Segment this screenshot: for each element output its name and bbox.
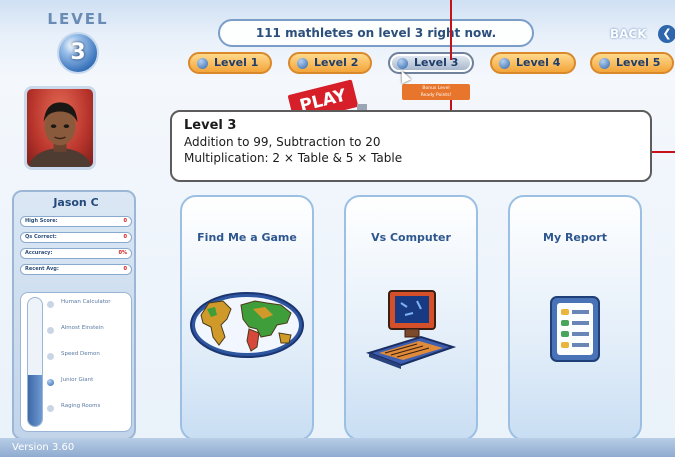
back-button-label: BACK [610,27,647,41]
tab-level-4[interactable]: Level 4 [490,52,576,74]
avatar[interactable] [24,86,96,170]
annotation-line [450,0,452,60]
world-map-icon [190,292,304,358]
rank-label: Speed Demon [61,351,100,357]
tooltip-line-2: Ready Points! [420,93,452,98]
card-label: Vs Computer [371,231,451,244]
report-icon [550,296,600,362]
player-name: Jason C [53,196,99,209]
stat-value: 0% [118,250,128,256]
rank-progress-fill [28,374,42,426]
level-heading: LEVEL [47,10,109,28]
tab-level-2[interactable]: Level 2 [288,52,372,74]
avatar-portrait-icon [28,102,92,167]
app-window: LEVEL 3 111 mathletes on level 3 right n… [0,0,675,457]
tab-label: Level 2 [314,56,359,69]
level-info-line: Multiplication: 2 × Table & 5 × Table [184,151,403,165]
stat-label: High Score: [25,218,58,224]
ball-icon [297,58,308,69]
rank-dot-icon [47,379,54,386]
stat-qs-correct: Qs Correct: 0 [20,232,132,243]
stat-label: Accuracy: [25,250,53,256]
ball-icon [197,58,208,69]
tab-label: Level 1 [214,56,259,69]
tab-label: Level 5 [616,56,661,69]
rank-progress-bar [27,297,43,427]
rank-label: Raging Rooms [61,403,101,409]
online-status-text: 111 mathletes on level 3 right now. [218,19,534,47]
header-bar: LEVEL 3 111 mathletes on level 3 right n… [0,0,675,80]
ball-icon [397,58,408,69]
find-me-a-game-button[interactable]: Find Me a Game [180,195,314,441]
card-label: My Report [543,231,607,244]
level-info-box: Level 3 Addition to 99, Subtraction to 2… [170,110,652,182]
stat-value: 0 [123,218,127,224]
tooltip-line-1: Bonus Level [422,86,450,91]
level-info-line: Addition to 99, Subtraction to 20 [184,135,381,149]
stats-card: Jason C High Score: 0 Qs Correct: 0 Accu… [12,190,136,440]
chevron-left-icon: ❮ [658,25,675,43]
tab-label: Level 4 [516,56,561,69]
rank-dot-icon [47,353,54,360]
tab-level-1[interactable]: Level 1 [188,52,272,74]
stat-accuracy: Accuracy: 0% [20,248,132,259]
level-info-title: Level 3 [184,118,237,133]
card-label: Find Me a Game [197,231,297,244]
rank-label: Junior Giant [61,377,94,383]
rank-dot-icon [47,301,54,308]
stat-value: 0 [123,234,127,240]
rank-dot-icon [47,327,54,334]
stat-label: Qs Correct: [25,234,57,240]
ball-icon [599,58,610,69]
rank-label: Almost Einstein [61,325,104,331]
player-panel: Jason C High Score: 0 Qs Correct: 0 Accu… [12,86,138,442]
back-button[interactable]: BACK ❮ [606,22,675,46]
level-tooltip: Bonus Level Ready Points! [402,84,470,100]
rank-ladder: Human Calculator Almost Einstein Speed D… [20,292,132,432]
my-report-button[interactable]: My Report [508,195,642,441]
level-tabs: Level 1 Level 2 Level 3 Level 4 Level 5 [188,52,675,76]
tab-level-5[interactable]: Level 5 [590,52,674,74]
stat-label: Recent Avg: [25,266,59,272]
stat-recent-avg: Recent Avg: 0 [20,264,132,275]
rank-dot-icon [47,405,54,412]
computer-icon [365,290,457,369]
stat-high-score: High Score: 0 [20,216,132,227]
level-number-badge: 3 [57,32,99,74]
rank-label: Human Calculator [61,299,111,305]
vs-computer-button[interactable]: Vs Computer [344,195,478,441]
version-label: Version 3.60 [0,438,675,457]
stat-value: 0 [123,266,127,272]
ball-icon [499,58,510,69]
